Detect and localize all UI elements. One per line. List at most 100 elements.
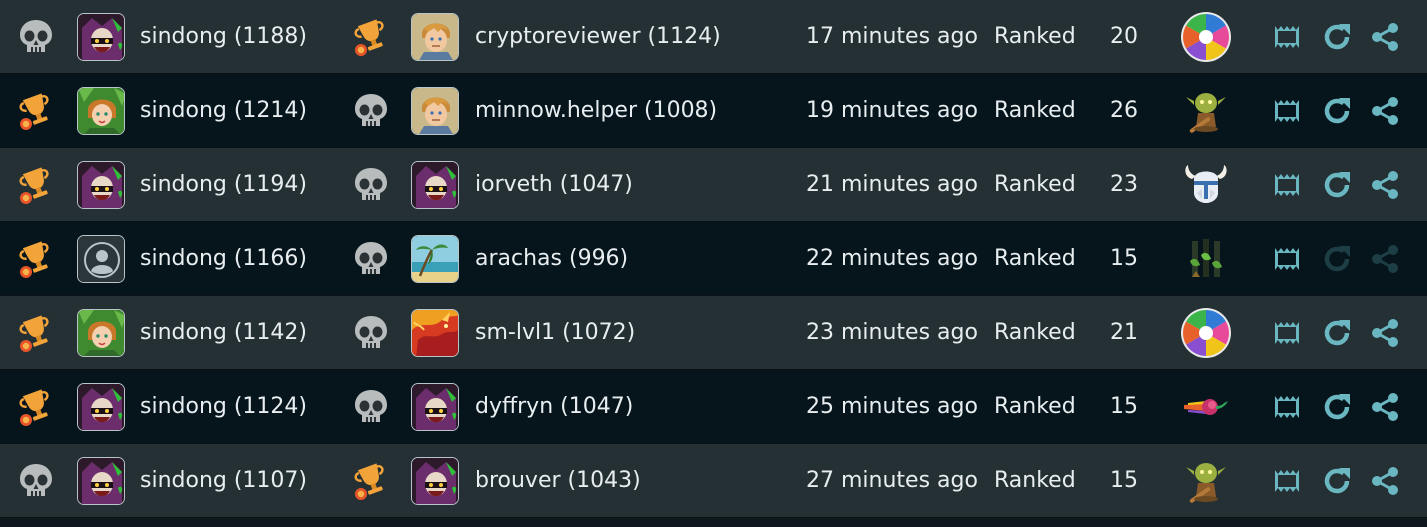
avatar-dark-jester: [77, 12, 125, 61]
rematch-icon[interactable]: [1321, 148, 1353, 221]
match-mode: Ranked: [994, 98, 1076, 123]
player1-name[interactable]: sindong (1107): [140, 444, 307, 517]
jungle-totems-icon[interactable]: [1180, 222, 1232, 295]
match-turns: 20: [1110, 24, 1138, 49]
player2-avatar[interactable]: [411, 0, 459, 73]
watch-icon[interactable]: [1272, 0, 1302, 73]
match-row[interactable]: sindong (1124) dyffryn (1047) 25 minutes …: [0, 370, 1427, 444]
match-turns: 23: [1110, 172, 1138, 197]
rematch-icon[interactable]: [1321, 370, 1353, 443]
player1-result-trophy-icon: [14, 370, 58, 443]
watch-icon[interactable]: [1272, 222, 1302, 295]
avatar-blond-knight: [411, 12, 459, 61]
match-turns: 21: [1110, 320, 1138, 345]
rematch-icon[interactable]: [1321, 222, 1353, 295]
player2-avatar[interactable]: [411, 74, 459, 147]
player1-name[interactable]: sindong (1194): [140, 148, 307, 221]
goblin-icon[interactable]: [1180, 74, 1232, 147]
player1-name[interactable]: sindong (1124): [140, 370, 307, 443]
player2-avatar[interactable]: [411, 148, 459, 221]
match-mode: Ranked: [994, 246, 1076, 271]
viking-helmet-icon[interactable]: [1180, 148, 1232, 221]
player2-name[interactable]: cryptoreviewer (1124): [475, 0, 721, 73]
avatar-dark-jester: [77, 456, 125, 505]
player1-avatar[interactable]: [77, 296, 125, 369]
match-row[interactable]: sindong (1214) minnow.helper (1008) 19 mi…: [0, 74, 1427, 148]
match-mode: Ranked: [994, 320, 1076, 345]
player2-result-skull-icon: [349, 222, 393, 295]
match-time: 25 minutes ago: [806, 394, 978, 419]
rematch-icon[interactable]: [1321, 444, 1353, 517]
avatar-dark-jester: [77, 382, 125, 431]
match-turns: 15: [1110, 394, 1138, 419]
match-mode: Ranked: [994, 468, 1076, 493]
avatar-blond-knight: [411, 86, 459, 135]
match-time: 22 minutes ago: [806, 246, 978, 271]
player1-name[interactable]: sindong (1142): [140, 296, 307, 369]
player2-name[interactable]: minnow.helper (1008): [475, 74, 717, 147]
match-time: 17 minutes ago: [806, 24, 978, 49]
player1-name[interactable]: sindong (1214): [140, 74, 307, 147]
match-time: 21 minutes ago: [806, 172, 978, 197]
player2-name[interactable]: sm-lvl1 (1072): [475, 296, 635, 369]
match-row[interactable]: sindong (1166) arachas (996) 22 minutes a…: [0, 222, 1427, 296]
player1-result-trophy-icon: [14, 74, 58, 147]
player1-avatar[interactable]: [77, 444, 125, 517]
player2-result-skull-icon: [349, 74, 393, 147]
trivia-wheel-icon[interactable]: [1180, 296, 1232, 369]
share-icon[interactable]: [1369, 444, 1401, 517]
match-time: 19 minutes ago: [806, 98, 978, 123]
player2-name[interactable]: brouver (1043): [475, 444, 641, 517]
player2-avatar[interactable]: [411, 444, 459, 517]
avatar-beach: [411, 234, 459, 283]
player2-name[interactable]: dyffryn (1047): [475, 370, 633, 443]
avatar-dark-jester: [77, 160, 125, 209]
player2-avatar[interactable]: [411, 296, 459, 369]
share-icon[interactable]: [1369, 296, 1401, 369]
player1-result-trophy-icon: [14, 148, 58, 221]
watch-icon[interactable]: [1272, 370, 1302, 443]
player1-name[interactable]: sindong (1188): [140, 0, 307, 73]
avatar-dark-jester: [411, 382, 459, 431]
player1-avatar[interactable]: [77, 74, 125, 147]
trivia-wheel-icon[interactable]: [1180, 0, 1232, 73]
match-row[interactable]: sindong (1188) cryptoreviewer (1124) 17 m…: [0, 0, 1427, 74]
player1-result-skull-icon: [14, 0, 58, 73]
rematch-icon[interactable]: [1321, 74, 1353, 147]
player1-avatar[interactable]: [77, 0, 125, 73]
match-mode: Ranked: [994, 172, 1076, 197]
player1-name[interactable]: sindong (1166): [140, 222, 307, 295]
player1-avatar[interactable]: [77, 222, 125, 295]
match-row[interactable]: sindong (1194) iorveth (1047) 21 minutes …: [0, 148, 1427, 222]
goblin-icon[interactable]: [1180, 444, 1232, 517]
match-mode: Ranked: [994, 394, 1076, 419]
watch-icon[interactable]: [1272, 296, 1302, 369]
player2-name[interactable]: iorveth (1047): [475, 148, 633, 221]
avatar-elf-girl: [77, 86, 125, 135]
watch-icon[interactable]: [1272, 444, 1302, 517]
match-row[interactable]: sindong (1107) brouver (1043) 27 minutes …: [0, 444, 1427, 518]
avatar-elf-girl: [77, 308, 125, 357]
comet-icon[interactable]: [1180, 370, 1232, 443]
match-time: 23 minutes ago: [806, 320, 978, 345]
match-history-table: sindong (1188) cryptoreviewer (1124) 17 m…: [0, 0, 1427, 518]
rematch-icon[interactable]: [1321, 0, 1353, 73]
player1-result-skull-icon: [14, 444, 58, 517]
player2-name[interactable]: arachas (996): [475, 222, 628, 295]
share-icon[interactable]: [1369, 0, 1401, 73]
match-turns: 26: [1110, 98, 1138, 123]
match-turns: 15: [1110, 468, 1138, 493]
player2-avatar[interactable]: [411, 222, 459, 295]
match-row[interactable]: sindong (1142) sm-lvl1 (1072) 23 minutes …: [0, 296, 1427, 370]
rematch-icon[interactable]: [1321, 296, 1353, 369]
player2-result-skull-icon: [349, 296, 393, 369]
player1-avatar[interactable]: [77, 148, 125, 221]
share-icon[interactable]: [1369, 222, 1401, 295]
share-icon[interactable]: [1369, 370, 1401, 443]
share-icon[interactable]: [1369, 74, 1401, 147]
watch-icon[interactable]: [1272, 148, 1302, 221]
share-icon[interactable]: [1369, 148, 1401, 221]
watch-icon[interactable]: [1272, 74, 1302, 147]
player1-avatar[interactable]: [77, 370, 125, 443]
player2-avatar[interactable]: [411, 370, 459, 443]
